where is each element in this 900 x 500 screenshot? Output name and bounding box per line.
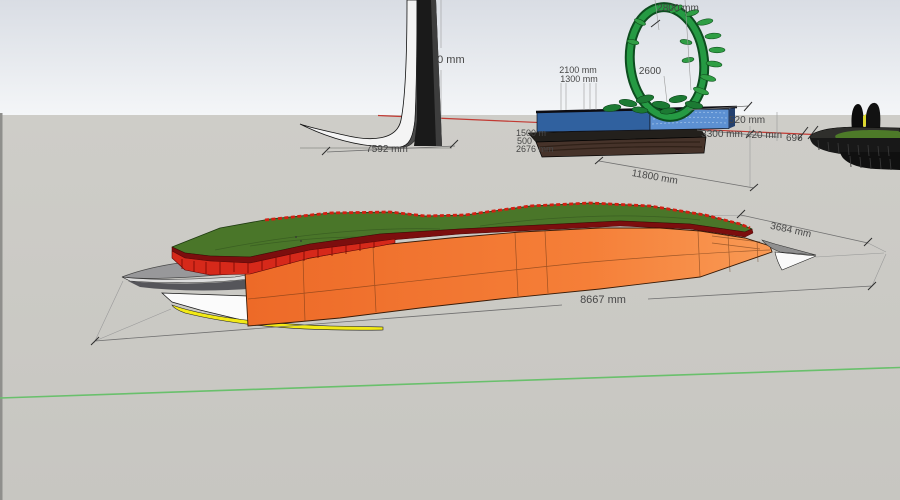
dim-pool-right: 520 mm <box>729 115 765 126</box>
ground <box>0 115 900 500</box>
dim-pool-len-b: 420 mm <box>746 130 782 141</box>
pool-face-shaded <box>537 110 650 132</box>
viewport-left-edge <box>0 113 3 500</box>
dim-pool-left-c: 2676 mm <box>516 144 554 154</box>
scene-svg[interactable]: 40 mm 7592 mm <box>0 0 900 500</box>
modeling-viewport[interactable]: 40 mm 7592 mm <box>0 0 900 500</box>
dim-arch-span: 2600 <box>639 66 662 77</box>
dim-arch-height: 2800 mm <box>657 3 699 14</box>
dim-edge-right: 696 <box>786 133 803 144</box>
dim-tower-base: 7592 mm <box>366 144 408 155</box>
dim-pool-len-a: 3300 mm <box>701 129 743 140</box>
dim-bench-length: 8667 mm <box>580 294 626 306</box>
dim-pool-h2: 1300 mm <box>560 74 598 84</box>
cactus-yellow-sliver <box>863 114 866 127</box>
